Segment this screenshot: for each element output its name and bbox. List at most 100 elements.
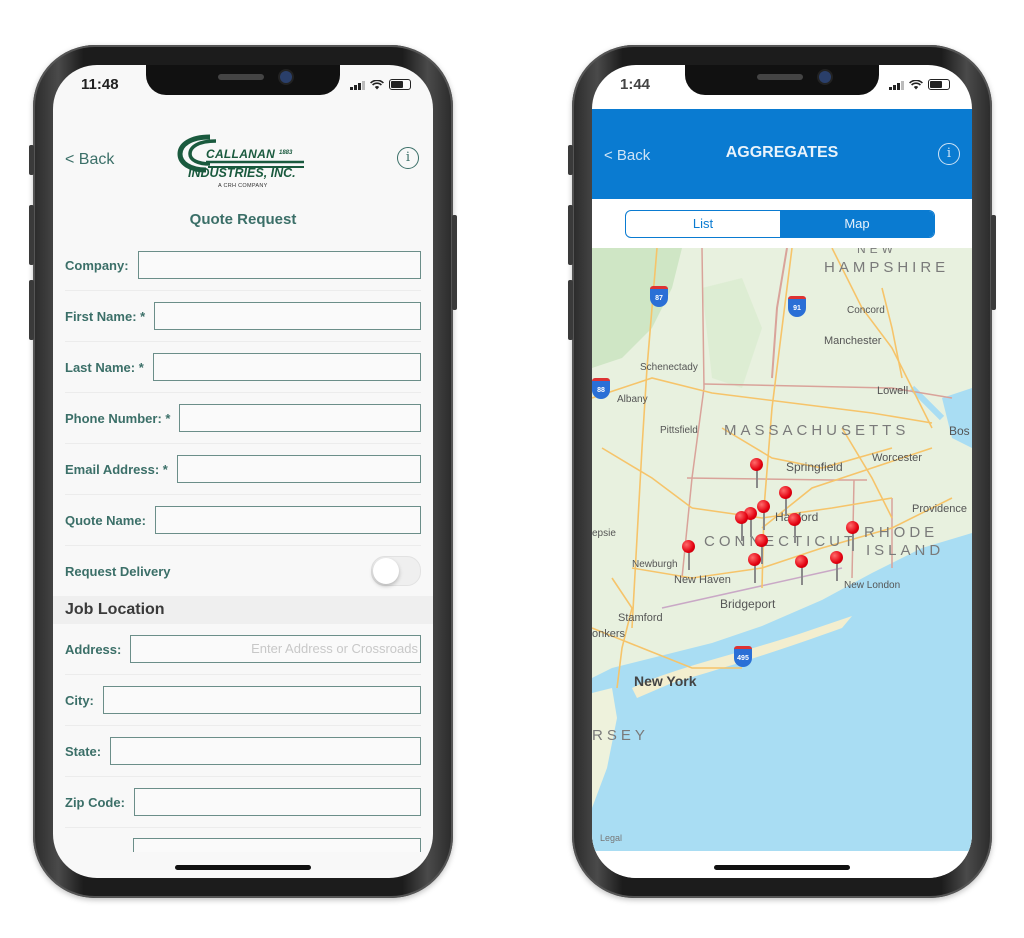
left-screen: 11:48 < Back CALLANAN 1883 INDUSTRIES, I… bbox=[53, 65, 433, 878]
request-delivery-label: Request Delivery bbox=[65, 563, 171, 579]
first-name-input[interactable] bbox=[154, 302, 421, 330]
email-label: Email Address: * bbox=[65, 461, 168, 477]
state-label: HAMPSHIRE bbox=[824, 259, 950, 276]
city-label: Bos bbox=[949, 424, 970, 438]
city-label: Schenectady bbox=[640, 362, 698, 373]
battery-icon bbox=[389, 79, 411, 90]
notch bbox=[146, 65, 340, 95]
zip-row: Zip Code: bbox=[65, 777, 421, 828]
quote-name-input[interactable] bbox=[154, 506, 421, 534]
last-name-row: Last Name: * bbox=[65, 342, 421, 393]
city-label: Stamford bbox=[618, 612, 663, 624]
highway-shield-icon: 88 bbox=[592, 378, 610, 399]
phone-label: Phone Number: * bbox=[65, 410, 171, 426]
company-row: Company: bbox=[65, 240, 421, 291]
state-label: RHODE bbox=[864, 524, 939, 541]
logo-text-crh: A CRH COMPANY bbox=[218, 183, 268, 189]
app-bar: < Back AGGREGATES i bbox=[592, 109, 972, 199]
location-pin[interactable] bbox=[682, 540, 696, 570]
home-indicator[interactable] bbox=[714, 865, 850, 870]
signal-icon bbox=[350, 80, 365, 90]
city-label: Bridgeport bbox=[720, 597, 776, 611]
first-name-label: First Name: * bbox=[65, 308, 146, 324]
state-label: State: bbox=[65, 743, 102, 759]
legal-link[interactable]: Legal bbox=[600, 833, 622, 843]
page-title: AGGREGATES bbox=[725, 144, 839, 161]
volume-down-button bbox=[29, 280, 34, 340]
highway-shield-icon: 495 bbox=[734, 646, 752, 667]
signal-icon bbox=[889, 80, 904, 90]
map-view[interactable]: NEW HAMPSHIRE MASSACHUSETTS CONNECTICUT … bbox=[592, 248, 972, 851]
location-pin[interactable] bbox=[830, 551, 844, 581]
right-screen: 1:44 < Back AGGREGATES i List Map NEW HA… bbox=[592, 65, 972, 878]
state-label: MASSACHUSETTS bbox=[724, 422, 910, 439]
view-segmented-control: List Map bbox=[625, 210, 935, 238]
battery-icon bbox=[928, 79, 950, 90]
phone-input[interactable] bbox=[179, 404, 421, 432]
location-pin[interactable] bbox=[748, 553, 762, 583]
right-phone: 1:44 < Back AGGREGATES i List Map NEW HA… bbox=[568, 45, 996, 898]
location-pin[interactable] bbox=[795, 555, 809, 585]
state-label: RSEY bbox=[592, 727, 649, 744]
location-pin[interactable] bbox=[750, 458, 764, 488]
email-input[interactable] bbox=[176, 455, 421, 483]
location-pin[interactable] bbox=[779, 486, 793, 516]
job-location-header: Job Location bbox=[53, 596, 433, 624]
quote-name-row: Quote Name: bbox=[65, 495, 421, 546]
location-pin[interactable] bbox=[788, 513, 802, 543]
city-label: New London bbox=[844, 580, 901, 591]
side-button bbox=[991, 215, 996, 310]
nav-bar: < Back CALLANAN 1883 INDUSTRIES, INC. A … bbox=[53, 125, 433, 195]
city-label: Pittsfield bbox=[660, 425, 698, 436]
request-delivery-row: Request Delivery bbox=[65, 546, 421, 596]
notch bbox=[685, 65, 879, 95]
zip-label: Zip Code: bbox=[65, 794, 125, 810]
phone-row: Phone Number: * bbox=[65, 393, 421, 444]
segment-map[interactable]: Map bbox=[780, 211, 934, 237]
location-pin[interactable] bbox=[735, 511, 749, 541]
state-input[interactable] bbox=[110, 737, 421, 765]
city-input[interactable] bbox=[102, 686, 421, 714]
state-label: ISLAND bbox=[866, 542, 945, 559]
logo-year: 1883 bbox=[279, 150, 293, 156]
company-label: Company: bbox=[65, 257, 129, 273]
request-delivery-toggle[interactable] bbox=[371, 556, 421, 586]
zip-input[interactable] bbox=[133, 788, 421, 816]
last-name-label: Last Name: * bbox=[65, 359, 144, 375]
mute-switch bbox=[568, 145, 573, 175]
logo-text-callanan: CALLANAN bbox=[206, 147, 276, 161]
company-logo: CALLANAN 1883 INDUSTRIES, INC. A CRH COM… bbox=[176, 131, 306, 193]
logo-text-industries: INDUSTRIES, INC. bbox=[188, 166, 296, 180]
volume-up-button bbox=[568, 205, 573, 265]
city-label: Lowell bbox=[877, 385, 909, 397]
location-pin[interactable] bbox=[757, 500, 771, 530]
city-label: onkers bbox=[592, 628, 626, 640]
info-icon[interactable]: i bbox=[938, 143, 960, 165]
wifi-icon bbox=[370, 79, 384, 89]
home-indicator[interactable] bbox=[175, 865, 311, 870]
volume-down-button bbox=[568, 280, 573, 340]
left-phone: 11:48 < Back CALLANAN 1883 INDUSTRIES, I… bbox=[29, 45, 457, 898]
city-label: Manchester bbox=[824, 335, 882, 347]
city-label: epsie bbox=[592, 528, 616, 539]
info-icon[interactable]: i bbox=[397, 147, 419, 169]
wifi-icon bbox=[909, 79, 923, 89]
partial-input[interactable] bbox=[132, 838, 421, 852]
address-input[interactable]: Enter Address or Crossroads bbox=[130, 635, 421, 663]
location-pin[interactable] bbox=[846, 521, 860, 551]
highway-shield-icon: 87 bbox=[650, 286, 668, 307]
segment-list[interactable]: List bbox=[626, 211, 780, 237]
address-row: Address: Enter Address or Crossroads bbox=[65, 624, 421, 675]
volume-up-button bbox=[29, 205, 34, 265]
city-label: City: bbox=[65, 692, 94, 708]
state-label: CONNECTICUT bbox=[704, 533, 858, 550]
email-row: Email Address: * bbox=[65, 444, 421, 495]
back-button[interactable]: < Back bbox=[65, 151, 114, 169]
last-name-input[interactable] bbox=[152, 353, 421, 381]
city-label: Concord bbox=[847, 305, 885, 316]
side-button bbox=[452, 215, 457, 310]
city-row: City: bbox=[65, 675, 421, 726]
quote-form: Company: First Name: * Last Name: * Phon… bbox=[53, 240, 433, 852]
company-input[interactable] bbox=[137, 251, 421, 279]
mute-switch bbox=[29, 145, 34, 175]
